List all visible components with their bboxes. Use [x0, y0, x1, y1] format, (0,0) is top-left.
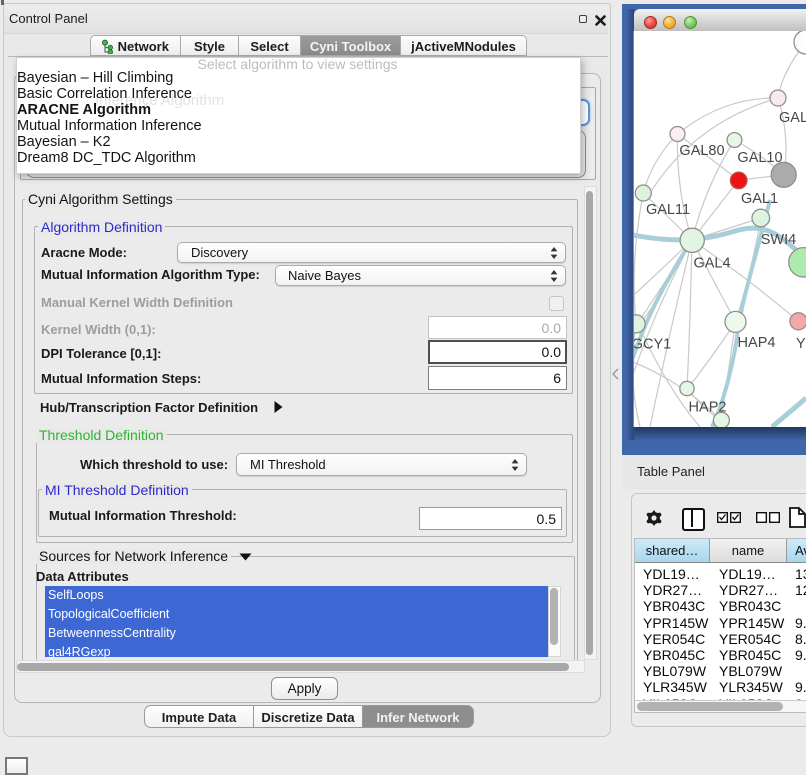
svg-text:GAL11: GAL11 [646, 202, 690, 218]
svg-text:GAL10: GAL10 [737, 150, 782, 166]
svg-text:GAL80: GAL80 [679, 143, 724, 159]
svg-text:GAL4: GAL4 [693, 256, 730, 272]
svg-text:SWI4: SWI4 [761, 232, 796, 248]
svg-text:YM: YM [796, 336, 806, 352]
svg-text:GAL1: GAL1 [741, 191, 778, 207]
svg-text:GAL7: GAL7 [779, 110, 806, 126]
svg-text:HAP2: HAP2 [689, 400, 727, 416]
svg-text:GCY1: GCY1 [634, 337, 671, 353]
svg-text:HAP4: HAP4 [738, 335, 776, 351]
